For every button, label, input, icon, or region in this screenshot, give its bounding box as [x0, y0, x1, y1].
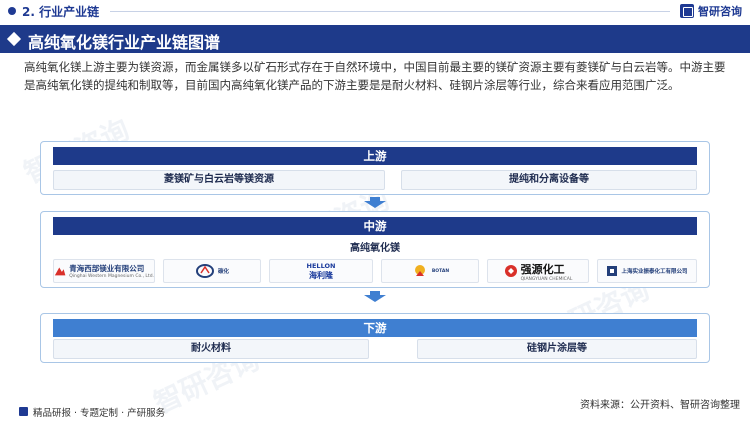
- downstream-item: 耐火材料: [53, 339, 369, 359]
- midstream-header: 中游: [53, 217, 697, 235]
- stylized-logo-icon: [195, 264, 214, 278]
- mountain-icon: [54, 267, 66, 276]
- company-name: BOTAN: [431, 268, 450, 274]
- upstream-item: 菱镁矿与白云岩等镁资源: [53, 170, 385, 190]
- intro-paragraph: 高纯氧化镁上游主要为镁资源，而金属镁多以矿石形式存在于自然环境中，中国目前最主要…: [24, 60, 726, 92]
- upstream-item: 提纯和分离设备等: [401, 170, 697, 190]
- company-logo-hellon: HELLON 海利隆: [269, 259, 373, 283]
- title-band: 高纯氧化镁行业产业链图谱: [0, 25, 750, 53]
- section-label: 2. 行业产业链: [22, 5, 100, 19]
- top-bar: 2. 行业产业链 智研咨询: [0, 0, 750, 22]
- footer: 精品研报 · 专题定制 · 产研服务: [0, 402, 750, 421]
- company-name: HELLON: [306, 261, 336, 270]
- company-name: 青海西部镁业有限公司: [69, 264, 145, 273]
- company-name: 强源化工: [520, 262, 565, 276]
- upstream-panel: 上游 菱镁矿与白云岩等镁资源 提纯和分离设备等: [40, 141, 710, 195]
- brand-mark-icon: [680, 4, 694, 18]
- brand-name: 智研咨询: [698, 5, 742, 18]
- downstream-panel: 下游 耐火材料 硅钢片涂层等: [40, 313, 710, 363]
- diamond-icon: [6, 31, 22, 47]
- shanghai-mark-icon: [607, 266, 618, 276]
- company-name: 碳化: [217, 269, 229, 275]
- qiangyuan-mark-icon: [504, 265, 517, 277]
- midstream-panel: 中游 高纯氧化镁 青海西部镁业有限公司 Qinghai Western Magn…: [40, 211, 710, 288]
- company-logo-qinghai: 青海西部镁业有限公司 Qinghai Western Magnesium Co.…: [53, 259, 155, 283]
- divider: [110, 11, 670, 12]
- footer-square-icon: [19, 407, 28, 416]
- company-subtitle: QIANGYUAN CHEMICAL: [520, 276, 573, 282]
- page-title: 高纯氧化镁行业产业链图谱: [28, 33, 221, 52]
- footer-tagline: 精品研报 · 专题定制 · 产研服务: [33, 408, 166, 419]
- company-logo-shanghai: 上海实业振泰化工有限公司: [597, 259, 697, 283]
- downstream-header: 下游: [53, 319, 697, 337]
- downstream-item: 硅钢片涂层等: [417, 339, 697, 359]
- company-subtitle: 海利隆: [309, 270, 333, 280]
- flow-arrow-icon: [364, 201, 386, 208]
- section-dot-icon: [8, 7, 16, 15]
- company-logo-qiangyuan: 强源化工 QIANGYUAN CHEMICAL: [487, 259, 589, 283]
- upstream-header: 上游: [53, 147, 697, 165]
- company-name: 上海实业振泰化工有限公司: [621, 269, 688, 275]
- brand-logo: 智研咨询: [680, 3, 742, 19]
- mascot-logo-icon: [414, 265, 425, 276]
- midstream-product: 高纯氧化镁: [350, 243, 400, 254]
- company-logo-2: 碳化: [163, 259, 261, 283]
- flow-arrow-icon: [364, 295, 386, 302]
- company-logo-4: BOTAN: [381, 259, 479, 283]
- company-subtitle: Qinghai Western Magnesium Co., Ltd.: [69, 274, 154, 279]
